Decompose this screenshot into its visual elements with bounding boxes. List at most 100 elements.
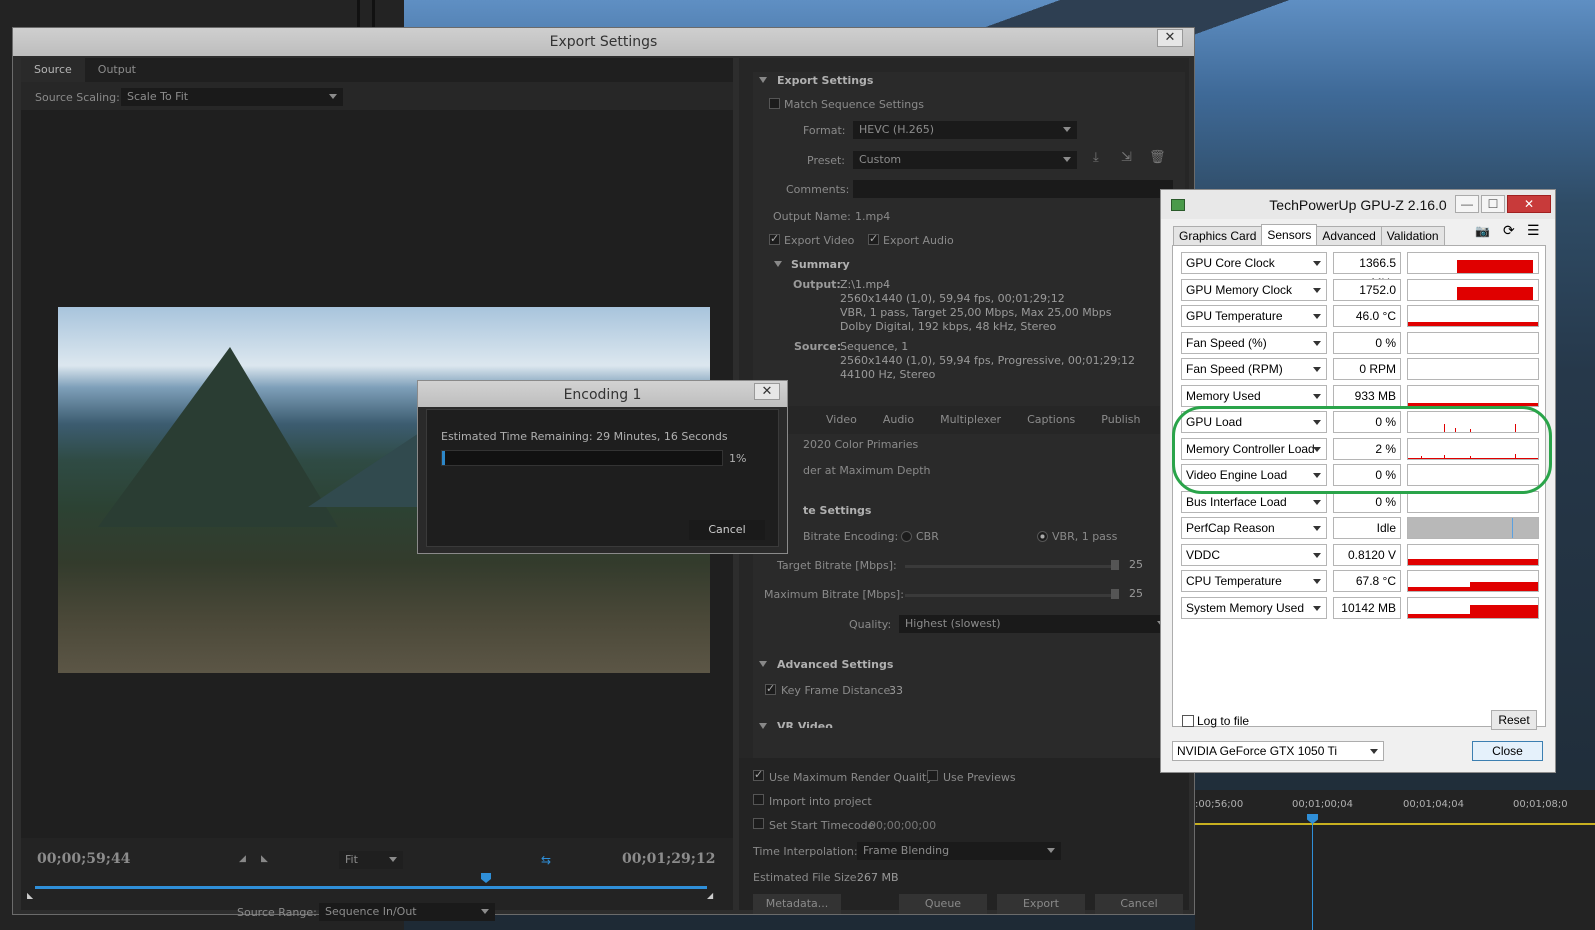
encoding-cancel-button[interactable]: Cancel — [689, 520, 765, 540]
sensor-name-dropdown[interactable]: CPU Temperature — [1181, 570, 1327, 592]
sensor-name-dropdown[interactable]: GPU Memory Clock — [1181, 278, 1327, 301]
comments-input[interactable] — [853, 180, 1173, 198]
target-bitrate-slider[interactable] — [905, 565, 1117, 568]
chevron-down-icon — [1313, 579, 1321, 584]
sensor-name-dropdown[interactable]: Memory Used — [1181, 384, 1327, 407]
in-point-icon[interactable]: ◣ — [27, 891, 33, 900]
source-range-dropdown[interactable]: Sequence In/Out — [319, 903, 495, 921]
format-dropdown[interactable]: HEVC (H.265) — [853, 121, 1077, 139]
export-button[interactable]: Export — [997, 894, 1085, 914]
step-forward-icon[interactable]: ◣ — [261, 854, 268, 864]
camera-icon[interactable]: 📷 — [1475, 224, 1490, 238]
sensor-graph — [1407, 596, 1539, 619]
sensor-name: GPU Core Clock — [1186, 256, 1275, 270]
collapse-icon[interactable] — [759, 77, 767, 83]
slider-handle[interactable] — [1111, 589, 1119, 599]
import-preset-icon[interactable]: ⇲ — [1121, 150, 1132, 165]
delete-preset-icon[interactable]: 🗑 — [1149, 150, 1166, 165]
gpuz-close-button[interactable]: ✕ — [1507, 195, 1551, 213]
use-previews-checkbox[interactable] — [927, 770, 938, 781]
save-preset-icon[interactable]: ⤓ — [1093, 150, 1099, 165]
vr-video-header: VR Video — [777, 720, 833, 728]
tab-publish[interactable]: Publish — [1088, 406, 1153, 434]
start-timecode-checkbox[interactable] — [753, 818, 764, 829]
chevron-down-icon — [1313, 393, 1321, 399]
sensor-name-dropdown[interactable]: GPU Core Clock — [1181, 252, 1327, 274]
quality-dropdown[interactable]: Highest (slowest) — [899, 615, 1171, 633]
start-timecode-label: Set Start Timecode — [769, 819, 875, 832]
maximize-button[interactable]: ☐ — [1481, 195, 1505, 213]
import-project-checkbox[interactable] — [753, 794, 764, 805]
source-label: Source: — [794, 340, 842, 353]
sensor-name-dropdown[interactable]: Fan Speed (RPM) — [1181, 358, 1327, 380]
close-button[interactable]: Close — [1472, 741, 1543, 761]
sensor-value: 10142 MB — [1333, 596, 1401, 619]
chevron-down-icon — [1313, 526, 1321, 531]
source-scaling-dropdown[interactable]: Scale To Fit — [121, 88, 343, 106]
collapse-icon[interactable] — [759, 723, 767, 729]
tab-graphics-card[interactable]: Graphics Card — [1173, 226, 1263, 246]
encoding-close-button[interactable]: ✕ — [754, 383, 780, 400]
collapse-icon[interactable] — [759, 661, 767, 667]
tab-audio[interactable]: Audio — [870, 406, 927, 434]
work-area-bar — [1195, 823, 1595, 825]
reset-button[interactable]: Reset — [1491, 710, 1537, 730]
target-bitrate-value: 25 — [1129, 558, 1143, 571]
out-point-icon[interactable]: ◢ — [707, 891, 713, 900]
format-label: Format: — [803, 124, 846, 137]
match-sequence-label: Match Sequence Settings — [784, 98, 924, 111]
key-frame-checkbox[interactable] — [765, 682, 776, 695]
max-bitrate-slider[interactable] — [905, 594, 1117, 597]
export-audio-checkbox[interactable] — [868, 232, 879, 245]
collapse-icon[interactable] — [774, 261, 782, 267]
log-to-file-checkbox[interactable] — [1182, 715, 1194, 727]
preset-dropdown[interactable]: Custom — [853, 151, 1077, 169]
output-name-link[interactable]: 1.mp4 — [855, 210, 890, 223]
import-project-label: Import into project — [769, 795, 872, 808]
step-back-icon[interactable]: ◢ — [239, 854, 246, 864]
tab-validation[interactable]: Validation — [1380, 226, 1445, 246]
sensor-graph — [1407, 543, 1539, 566]
timeline-bar[interactable] — [35, 886, 707, 889]
sensor-value: 933 MB — [1333, 384, 1401, 407]
metadata-button[interactable]: Metadata... — [753, 894, 841, 914]
chevron-down-icon — [329, 94, 337, 99]
fit-dropdown[interactable]: Fit — [339, 851, 403, 869]
tab-sensors[interactable]: Sensors — [1261, 224, 1318, 245]
chevron-down-icon — [1370, 749, 1378, 754]
output-line: VBR, 1 pass, Target 25,00 Mbps, Max 25,0… — [840, 306, 1112, 319]
output-line: 2560x1440 (1,0), 59,94 fps, 00;01;29;12 — [840, 292, 1065, 305]
crop-icon[interactable]: ⇆ — [541, 853, 551, 867]
vbr-radio[interactable] — [1037, 531, 1048, 542]
sensor-name-dropdown[interactable]: PerfCap Reason — [1181, 517, 1327, 539]
menu-icon[interactable]: ☰ — [1527, 222, 1540, 239]
tab-captions[interactable]: Captions — [1014, 406, 1088, 434]
time-interpolation-dropdown[interactable]: Frame Blending — [857, 842, 1061, 860]
sensor-name-dropdown[interactable]: VDDC — [1181, 543, 1327, 566]
minimize-button[interactable]: — — [1455, 195, 1479, 213]
tab-output[interactable]: Output — [85, 58, 149, 82]
slider-handle[interactable] — [1111, 560, 1119, 570]
vbr-label: VBR, 1 pass — [1052, 530, 1118, 543]
sensor-name-dropdown[interactable]: GPU Temperature — [1181, 305, 1327, 327]
export-settings-panel: Export Settings Match Sequence Settings … — [739, 58, 1189, 914]
tab-source[interactable]: Source — [21, 58, 85, 82]
export-video-checkbox[interactable] — [769, 232, 780, 245]
sensor-name-dropdown[interactable]: Fan Speed (%) — [1181, 331, 1327, 354]
export-close-button[interactable]: ✕ — [1157, 29, 1183, 47]
tab-advanced[interactable]: Advanced — [1316, 226, 1382, 246]
sensor-name: GPU Memory Clock — [1186, 282, 1293, 297]
tab-video[interactable]: Video — [813, 406, 870, 434]
cancel-button[interactable]: Cancel — [1095, 894, 1183, 914]
time-interpolation-label: Time Interpolation: — [753, 845, 858, 858]
max-render-quality-checkbox[interactable] — [753, 768, 764, 781]
refresh-icon[interactable]: ⟳ — [1503, 222, 1515, 239]
sensor-name: Fan Speed (RPM) — [1186, 362, 1283, 376]
sensor-name-dropdown[interactable]: System Memory Used — [1181, 596, 1327, 619]
playhead[interactable] — [1312, 815, 1313, 930]
cbr-radio[interactable] — [901, 531, 912, 542]
queue-button[interactable]: Queue — [899, 894, 987, 914]
gpu-select[interactable]: NVIDIA GeForce GTX 1050 Ti — [1172, 741, 1384, 761]
tab-multiplexer[interactable]: Multiplexer — [927, 406, 1014, 434]
match-sequence-checkbox[interactable] — [769, 98, 780, 109]
